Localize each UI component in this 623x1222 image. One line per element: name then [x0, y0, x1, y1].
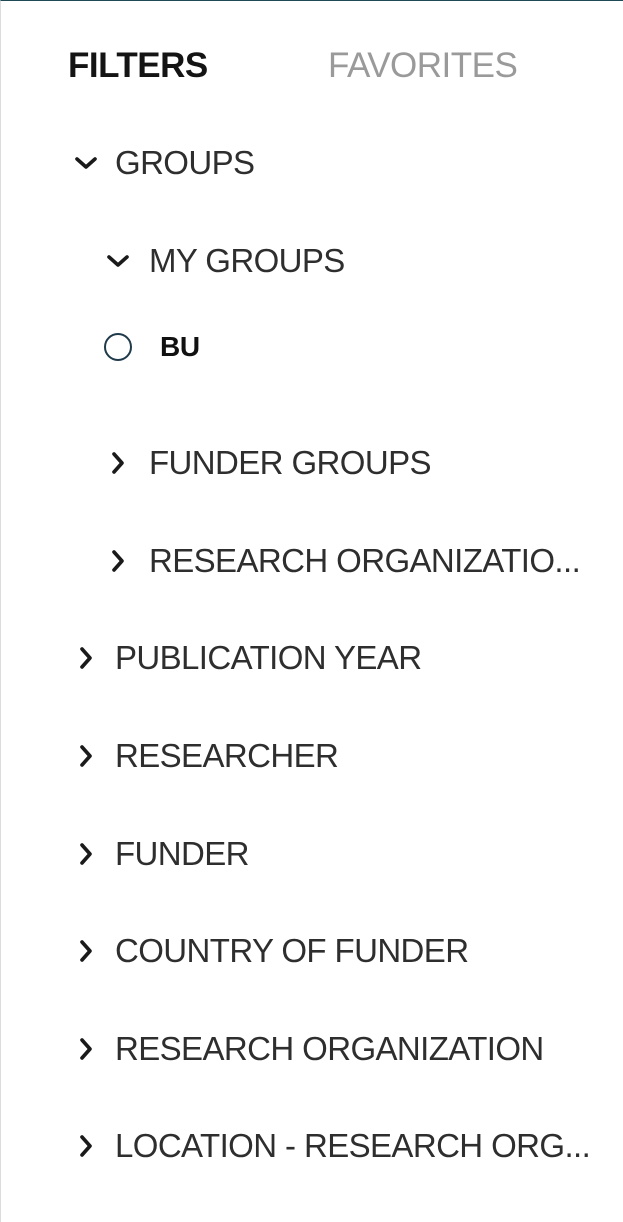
- filter-country-of-funder[interactable]: COUNTRY OF FUNDER: [73, 929, 469, 973]
- filter-groups-label: GROUPS: [115, 144, 255, 181]
- chevron-down-icon: [73, 150, 99, 176]
- filter-publication-year-label: PUBLICATION YEAR: [115, 639, 422, 676]
- filters-panel: FILTERS FAVORITES GROUPS MY GROUPS BU FU…: [0, 0, 623, 1222]
- option-bu-label: BU: [160, 331, 200, 362]
- chevron-right-icon: [105, 450, 131, 476]
- filter-publication-year[interactable]: PUBLICATION YEAR: [73, 636, 422, 680]
- filter-research-org-groups-label: RESEARCH ORGANIZATIO...: [149, 542, 581, 579]
- chevron-right-icon: [73, 743, 99, 769]
- filter-location-research-org[interactable]: LOCATION - RESEARCH ORG...: [73, 1124, 591, 1168]
- filter-country-of-funder-label: COUNTRY OF FUNDER: [115, 932, 469, 969]
- filter-research-organization-label: RESEARCH ORGANIZATION: [115, 1030, 544, 1067]
- chevron-right-icon: [73, 645, 99, 671]
- filter-groups[interactable]: GROUPS: [73, 141, 255, 185]
- chevron-right-icon: [73, 1036, 99, 1062]
- filter-location-research-org-label: LOCATION - RESEARCH ORG...: [115, 1127, 591, 1164]
- option-bu[interactable]: BU: [104, 327, 200, 367]
- radio-icon[interactable]: [104, 333, 132, 361]
- filter-funder[interactable]: FUNDER: [73, 832, 250, 876]
- filter-funder-groups[interactable]: FUNDER GROUPS: [105, 441, 431, 485]
- chevron-right-icon: [73, 938, 99, 964]
- filter-funder-label: FUNDER: [115, 835, 250, 872]
- chevron-down-icon: [105, 248, 131, 274]
- filter-research-organization[interactable]: RESEARCH ORGANIZATION: [73, 1027, 544, 1071]
- chevron-right-icon: [73, 1133, 99, 1159]
- chevron-right-icon: [105, 548, 131, 574]
- filter-my-groups[interactable]: MY GROUPS: [105, 239, 345, 283]
- filter-funder-groups-label: FUNDER GROUPS: [149, 444, 431, 481]
- filter-researcher[interactable]: RESEARCHER: [73, 734, 339, 778]
- filter-researcher-label: RESEARCHER: [115, 737, 339, 774]
- filter-my-groups-label: MY GROUPS: [149, 242, 345, 279]
- chevron-right-icon: [73, 841, 99, 867]
- tab-filters[interactable]: FILTERS: [68, 45, 208, 87]
- tab-favorites[interactable]: FAVORITES: [328, 45, 518, 87]
- filter-research-org-groups[interactable]: RESEARCH ORGANIZATIO...: [105, 539, 581, 583]
